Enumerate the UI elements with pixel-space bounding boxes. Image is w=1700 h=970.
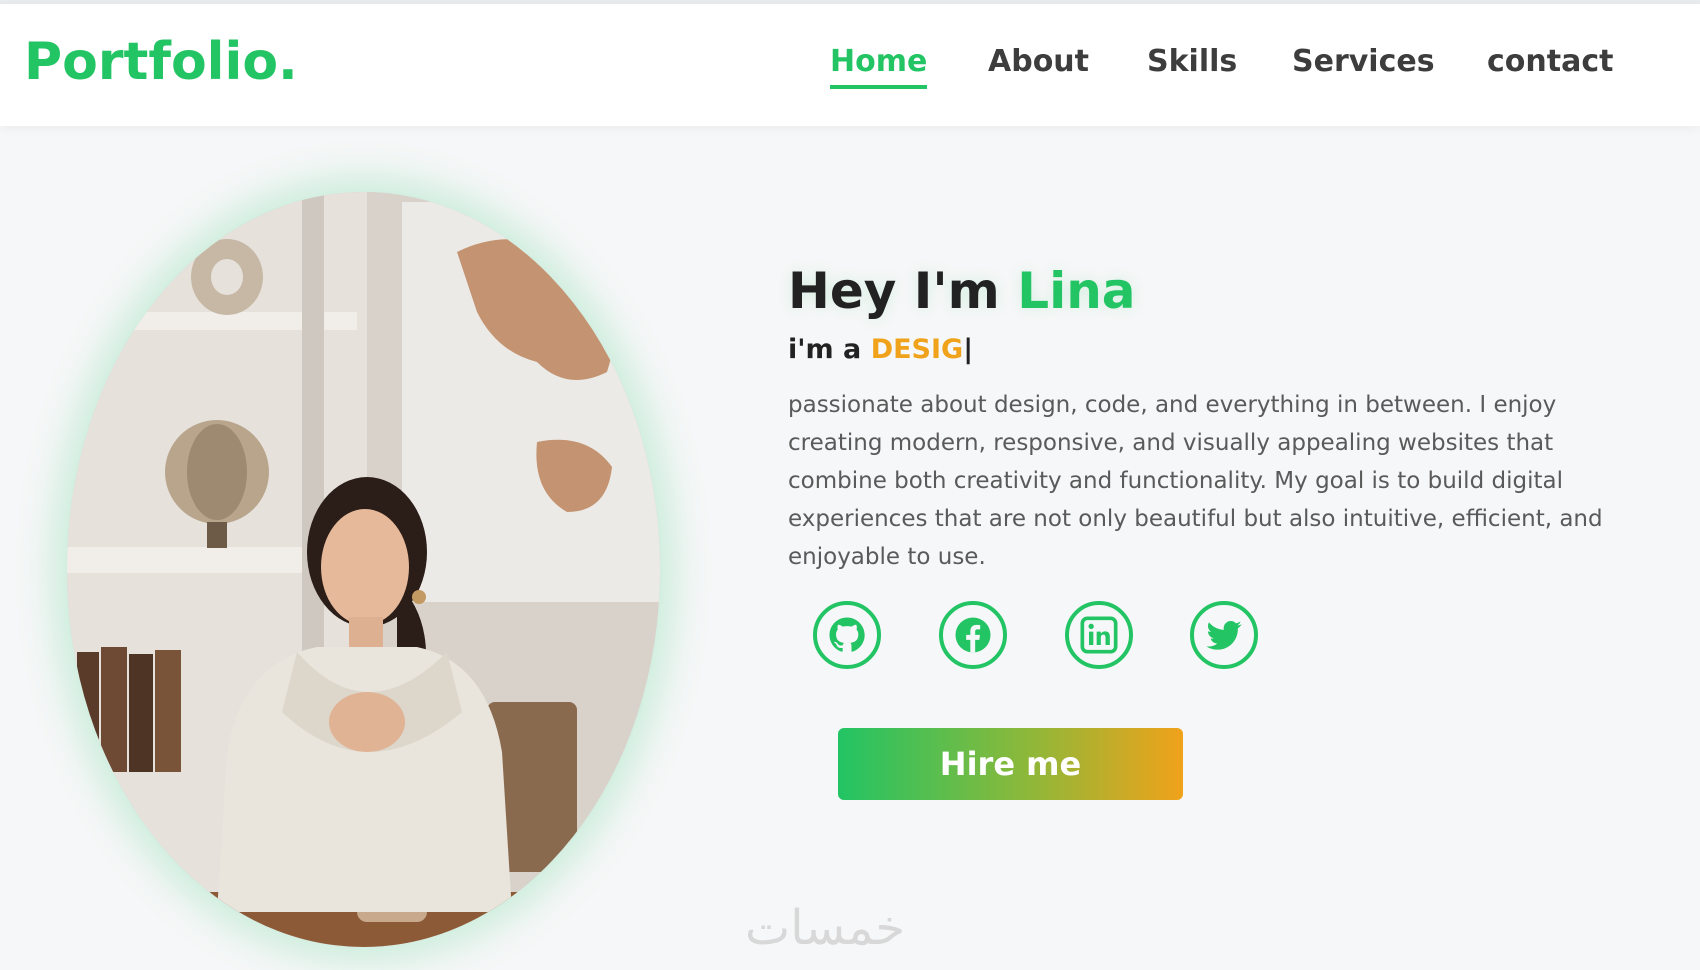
hero-name: Lina [1017, 262, 1136, 320]
hero-title: Hey I'm Lina [788, 262, 1136, 320]
nav-home[interactable]: Home [830, 44, 928, 89]
hero-subtitle: i'm a DESIG| [788, 334, 973, 365]
main-nav: Home About Skills Services contact [0, 44, 1700, 104]
nav-contact[interactable]: contact [1487, 44, 1613, 85]
nav-about[interactable]: About [988, 44, 1089, 85]
hero-role-typed: DESIG [870, 334, 964, 365]
github-link[interactable] [813, 601, 881, 669]
watermark: خمسات [745, 900, 906, 956]
twitter-link[interactable] [1190, 601, 1258, 669]
github-icon [829, 617, 865, 652]
linkedin-link[interactable] [1065, 601, 1133, 669]
hero-title-prefix: Hey I'm [788, 262, 1000, 320]
facebook-link[interactable] [939, 601, 1007, 669]
hero-subtitle-prefix: i'm a [788, 334, 862, 365]
nav-services[interactable]: Services [1292, 44, 1435, 85]
typing-cursor: | [963, 334, 974, 365]
profile-photo [67, 192, 660, 947]
hero-description: passionate about design, code, and every… [788, 392, 1603, 570]
linkedin-icon [1080, 616, 1118, 654]
site-header: Portfolio. Home About Skills Services co… [0, 4, 1700, 126]
nav-skills[interactable]: Skills [1147, 44, 1237, 85]
twitter-icon [1206, 621, 1242, 650]
facebook-icon [955, 617, 991, 653]
hire-me-button[interactable]: Hire me [838, 728, 1183, 800]
